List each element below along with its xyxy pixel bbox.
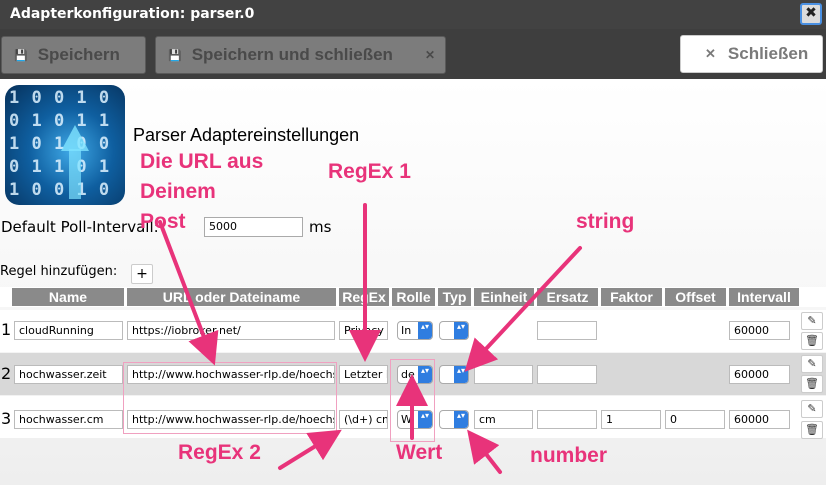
floppy-disk-icon: 💾 [14,49,28,62]
delete-rule-button[interactable]: 🗑 [801,332,823,350]
adapter-logo: 1 0 0 1 0 0 1 0 1 1 1 0 1 0 0 0 1 1 0 1 … [5,85,125,205]
annotation-url-line3: Post [140,210,186,233]
row-number: 2 [1,364,12,383]
annotation-url-line1: Die URL aus [140,150,264,173]
annotation-string: string [576,210,635,233]
arrow-shaft [69,149,81,199]
annotation-regex1: RegEx 1 [328,160,411,183]
trash-icon: 🗑 [805,423,819,436]
rule-unit-input[interactable] [474,365,533,384]
save-button-label: Speichern [37,45,120,64]
rule-substitute-input[interactable] [537,410,597,429]
rule-name-input[interactable]: cloudRunning [14,321,123,340]
column-header-unit: Einheit [474,288,534,306]
annotation-regex2: RegEx 2 [178,441,261,464]
close-icon: ✕ [705,46,716,61]
window-titlebar: Adapterkonfiguration: parser.0 ✖ [0,0,826,29]
edit-rule-button[interactable]: ✎ [801,312,823,330]
url-highlight-box [123,362,337,434]
chevron-up-down-icon: ▴▾ [454,322,468,339]
rule-url-input[interactable]: https://iobroker.net/ [127,321,335,340]
delete-rule-button[interactable]: 🗑 [801,375,823,393]
close-button-label: Schließen [727,44,809,63]
arrow-up-icon [61,125,89,151]
delete-rule-button[interactable]: 🗑 [801,421,823,439]
column-header-substitute: Ersatz [537,288,598,306]
rule-type-select[interactable]: ▴▾ [439,365,469,384]
rule-name-input[interactable]: hochwasser.zeit [14,365,123,384]
column-header-url: URL oder Dateiname [127,288,336,306]
row-number: 3 [1,409,12,428]
trash-icon: 🗑 [805,377,819,390]
poll-interval-input[interactable]: 5000 [204,217,303,237]
pencil-icon: ✎ [807,357,817,370]
rule-substitute-input[interactable] [537,321,597,340]
column-header-factor: Faktor [601,288,662,306]
column-header-interval: Intervall [729,288,799,306]
window-title: Adapterkonfiguration: parser.0 [10,6,255,22]
rule-role-value: In [401,324,412,337]
rule-interval-input[interactable]: 60000 [729,321,790,340]
annotation-wert: Wert [396,441,443,464]
save-button[interactable]: 💾 Speichern [1,36,146,74]
save-and-close-button-label: Speichern und schließen [191,45,393,64]
rule-substitute-input[interactable] [537,365,597,384]
edit-rule-button[interactable]: ✎ [801,400,823,418]
column-header-role: Rolle [392,288,435,306]
rule-type-select[interactable]: ▴▾ [439,410,469,429]
trash-icon: 🗑 [805,334,819,347]
rule-factor-input[interactable]: 1 [601,410,661,429]
add-rule-label: Regel hinzufügen: [0,264,118,279]
floppy-disk-icon: 💾 [168,49,182,62]
column-header-regex: RegEx [339,288,389,306]
rule-regex-input[interactable]: Privacy N [339,321,388,340]
annotation-number: number [530,444,608,467]
save-and-close-button[interactable]: 💾 Speichern und schließen ✕ [155,36,446,74]
rule-role-select[interactable]: In ▴▾ [397,321,433,340]
window-close-button[interactable]: ✖ [800,3,822,25]
annotation-url-line2: Deinem [140,180,216,203]
chevron-up-down-icon: ▴▾ [454,366,468,383]
column-header-name: Name [12,288,124,306]
row-number: 1 [1,320,12,339]
rule-regex-input[interactable]: (\d+) cm [339,410,388,429]
rule-regex-input[interactable]: Letzter M [339,365,388,384]
rule-type-select[interactable]: ▴▾ [439,321,469,340]
page-title: Parser Adaptereinstellungen [133,125,360,145]
close-icon: ✕ [424,48,435,62]
add-rule-button[interactable]: + [131,264,153,284]
pencil-icon: ✎ [807,314,817,327]
role-highlight-box [390,359,435,442]
rule-interval-input[interactable]: 60000 [729,365,790,384]
edit-rule-button[interactable]: ✎ [801,355,823,373]
chevron-up-down-icon: ▴▾ [454,411,468,428]
close-button[interactable]: ✕ Schließen [680,35,823,73]
poll-interval-unit: ms [309,218,332,236]
pencil-icon: ✎ [807,402,817,415]
rule-name-input[interactable]: hochwasser.cm [14,410,123,429]
rule-interval-input[interactable]: 60000 [729,410,790,429]
poll-interval-label: Default Poll-Intervall: [1,218,159,236]
column-header-type: Typ [438,288,471,306]
column-header-offset: Offset [665,288,726,306]
rule-offset-input[interactable]: 0 [665,410,725,429]
rule-unit-input[interactable]: cm [474,410,533,429]
chevron-up-down-icon: ▴▾ [418,322,432,339]
